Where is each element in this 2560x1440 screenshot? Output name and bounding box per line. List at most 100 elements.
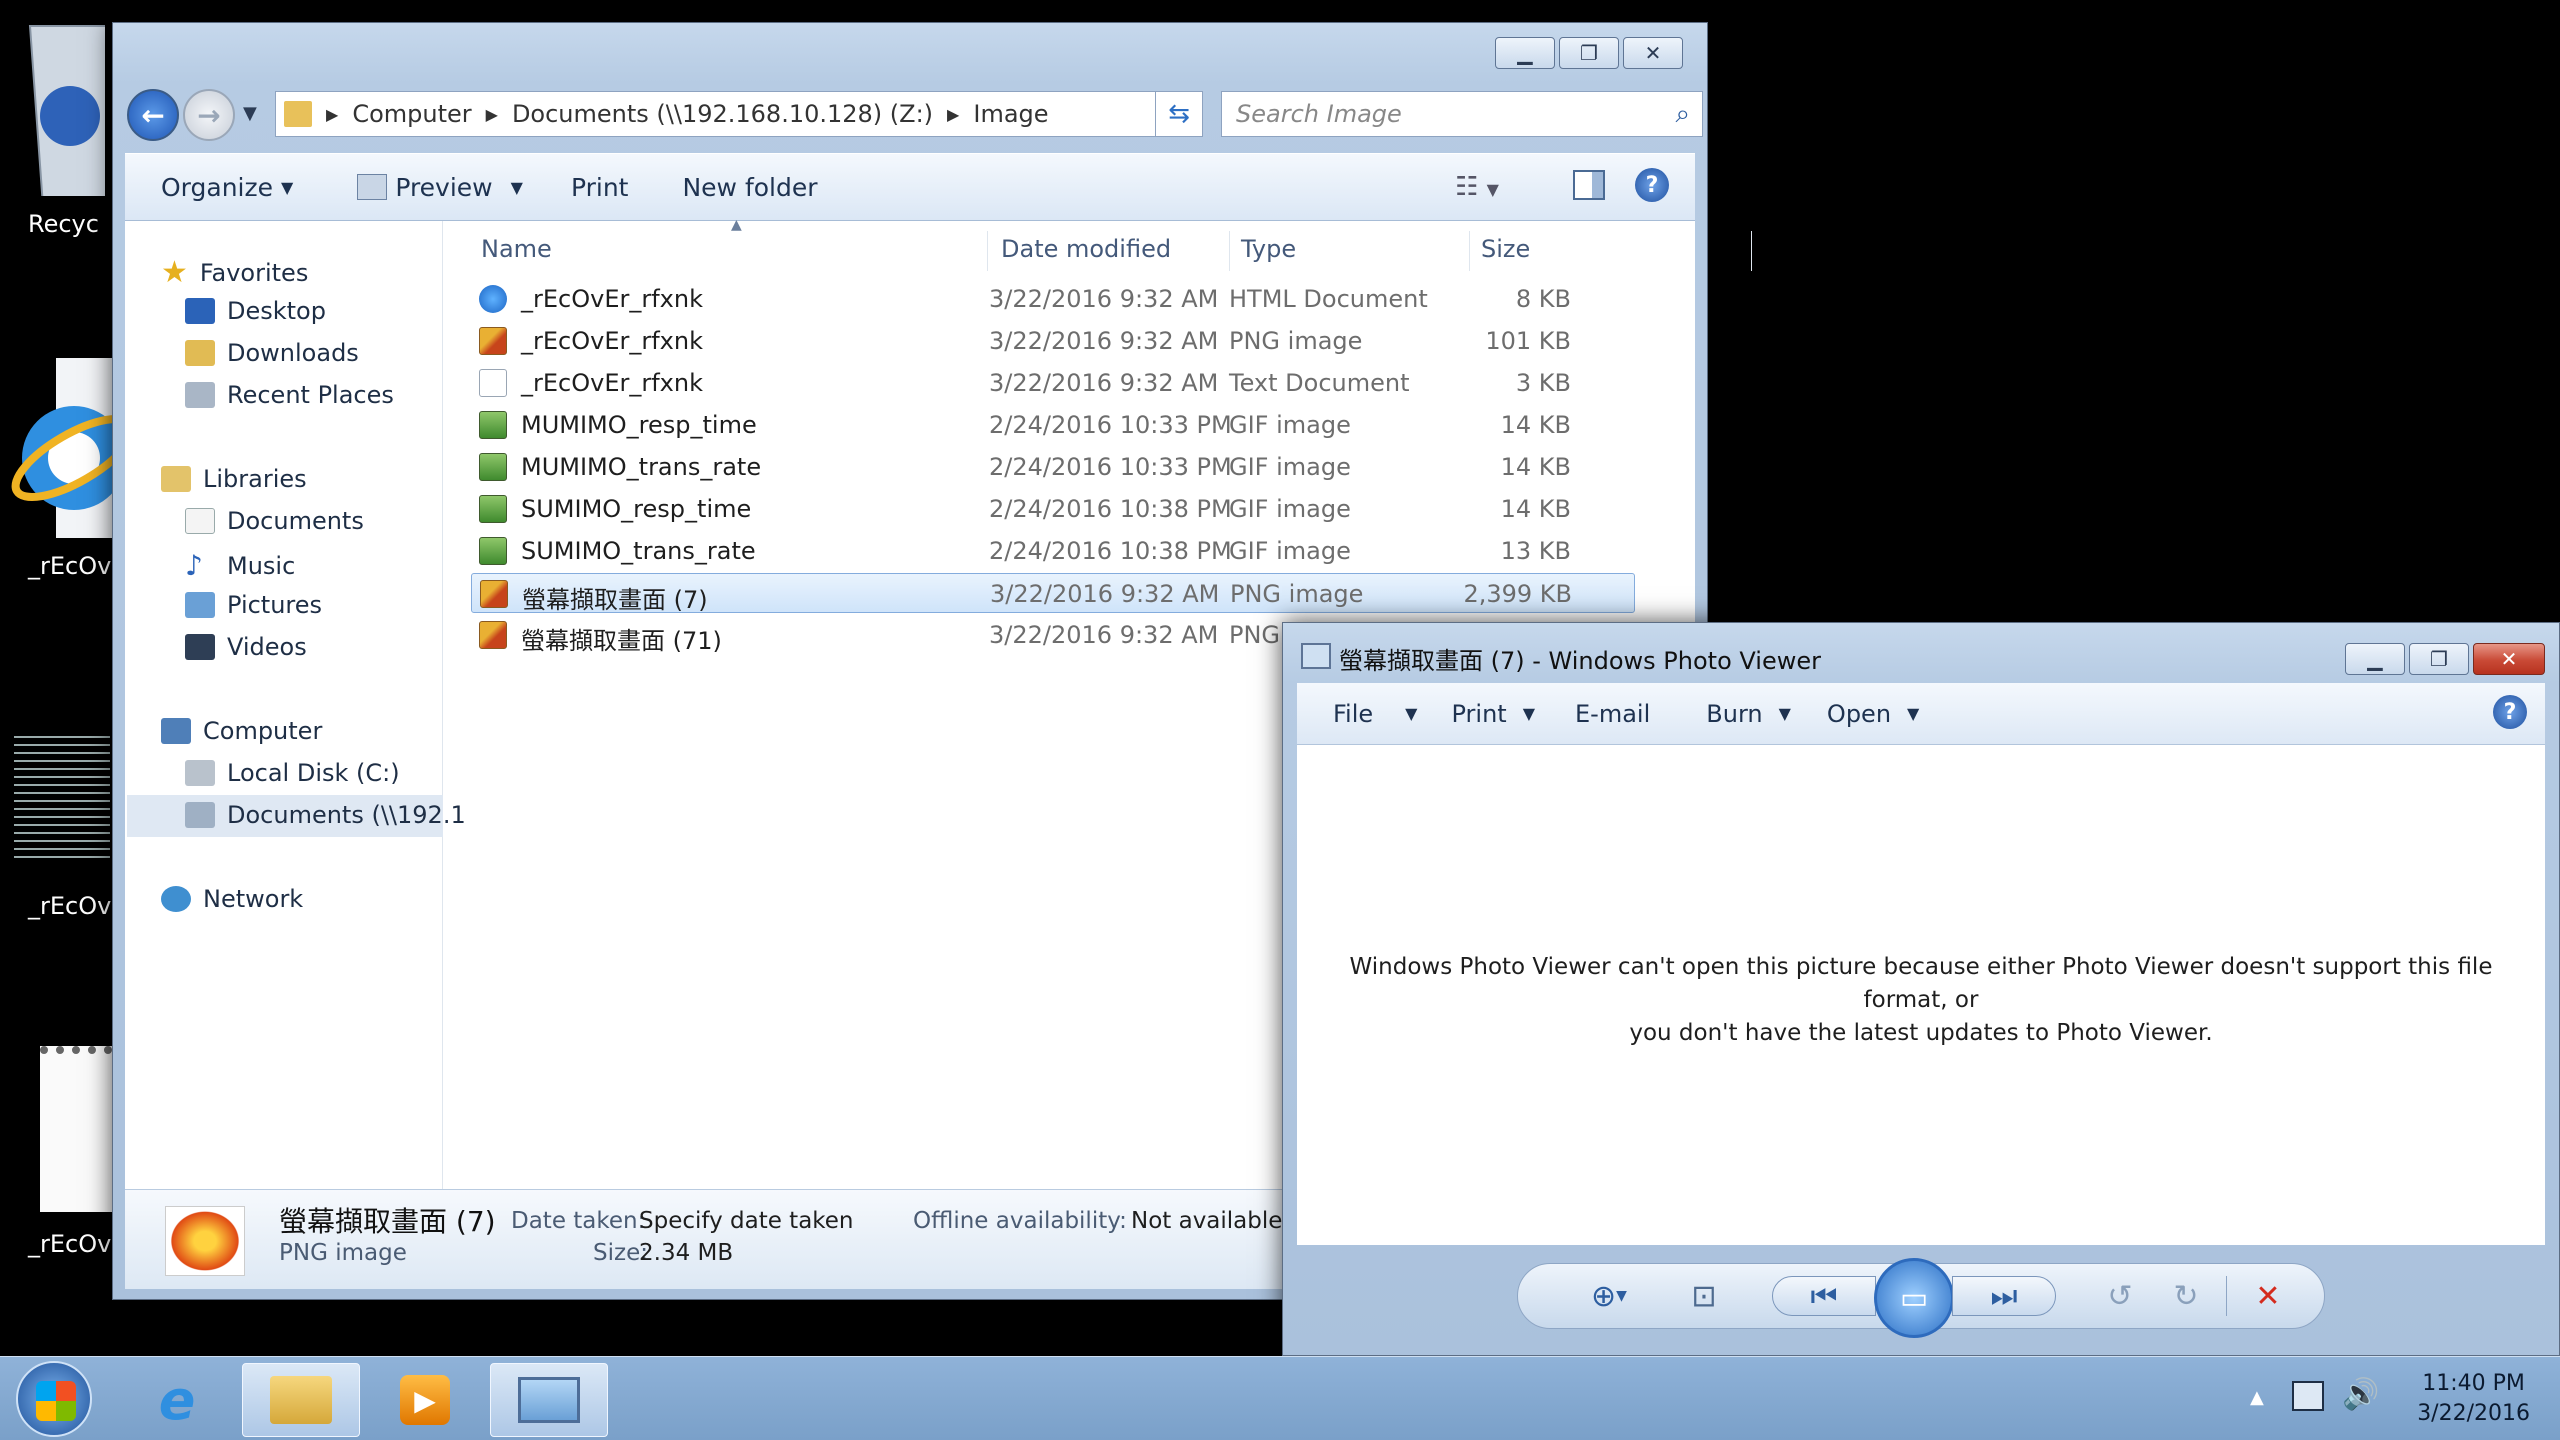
search-input[interactable]: Search Image ⌕ bbox=[1221, 91, 1703, 137]
close-button[interactable]: ✕ bbox=[2473, 643, 2545, 675]
nav-documents[interactable]: Documents bbox=[185, 507, 364, 535]
breadcrumb-arrow-icon: ▶ bbox=[947, 104, 960, 124]
nav-desktop[interactable]: Desktop bbox=[185, 297, 326, 325]
print-button[interactable]: Print bbox=[571, 173, 629, 202]
column-divider[interactable] bbox=[987, 231, 988, 271]
nav-label: Downloads bbox=[227, 339, 359, 367]
help-icon: ? bbox=[2503, 699, 2517, 725]
rotate-counterclockwise-button[interactable]: ↺ bbox=[2098, 1276, 2142, 1316]
maximize-button[interactable]: ❐ bbox=[2409, 643, 2469, 675]
nav-downloads[interactable]: Downloads bbox=[185, 339, 359, 367]
view-options-button[interactable]: ☷ ▼ bbox=[1455, 172, 1499, 202]
taskbar-media-player[interactable]: ▶ bbox=[366, 1363, 484, 1437]
taskbar-photo-viewer[interactable] bbox=[490, 1363, 608, 1437]
minimize-button[interactable]: ▁ bbox=[1495, 37, 1555, 69]
recent-pages-dropdown[interactable]: ▼ bbox=[243, 103, 257, 124]
search-icon[interactable]: ⌕ bbox=[1675, 99, 1690, 130]
chevron-down-icon: ▼ bbox=[1522, 704, 1536, 723]
star-icon: ★ bbox=[161, 255, 188, 290]
file-size: 8 KB bbox=[1515, 285, 1571, 313]
nav-libraries[interactable]: Libraries bbox=[161, 465, 307, 493]
nav-recent-places[interactable]: Recent Places bbox=[185, 381, 394, 409]
menu-print[interactable]: Print ▼ bbox=[1451, 700, 1535, 728]
refresh-button[interactable]: ⇆ bbox=[1155, 91, 1203, 137]
nav-local-disk[interactable]: Local Disk (C:) bbox=[185, 759, 400, 787]
column-divider[interactable] bbox=[1229, 231, 1230, 271]
new-folder-label: New folder bbox=[682, 172, 818, 202]
file-name: MUMIMO_trans_rate bbox=[521, 453, 762, 481]
actual-size-button[interactable]: ⊡ bbox=[1682, 1276, 1726, 1316]
next-button[interactable]: ⏭ bbox=[1952, 1276, 2056, 1316]
previous-button[interactable]: ⏮ bbox=[1772, 1276, 1876, 1316]
file-row[interactable]: SUMIMO_resp_time 2/24/2016 10:38 PM GIF im… bbox=[471, 489, 1635, 529]
nav-network-documents[interactable]: Documents (\\192.1 bbox=[185, 801, 466, 829]
taskbar-internet-explorer[interactable]: e bbox=[118, 1363, 236, 1437]
file-row[interactable]: SUMIMO_trans_rate 2/24/2016 10:38 PM GIF i… bbox=[471, 531, 1635, 571]
restore-icon: ❐ bbox=[2430, 647, 2448, 671]
back-button[interactable]: ← bbox=[127, 89, 179, 141]
organize-button[interactable]: Organize ▼ bbox=[161, 173, 293, 202]
new-folder-button[interactable]: New folder bbox=[682, 173, 817, 202]
file-date-modified: 3/22/2016 9:32 AM bbox=[989, 369, 1219, 397]
internet-explorer-desktop-icon[interactable] bbox=[0, 358, 137, 542]
taskbar-windows-explorer[interactable] bbox=[242, 1363, 360, 1437]
help-button[interactable]: ? bbox=[2493, 695, 2527, 729]
file-name: 螢幕擷取畫面 (7) bbox=[522, 586, 708, 614]
column-type[interactable]: Type bbox=[1241, 235, 1296, 263]
menu-burn[interactable]: Burn ▼ bbox=[1706, 700, 1791, 728]
delete-button[interactable]: ✕ bbox=[2244, 1276, 2292, 1316]
start-button[interactable] bbox=[16, 1361, 92, 1437]
taskbar: e ▶ ▲ 🔊 11:40 PM 3/22/2016 bbox=[0, 1356, 2560, 1440]
forward-button[interactable]: → bbox=[183, 89, 235, 141]
column-divider[interactable] bbox=[1469, 231, 1470, 271]
show-hidden-icons-button[interactable]: ▲ bbox=[2250, 1387, 2264, 1408]
previous-icon: ⏮ bbox=[1810, 1278, 1838, 1314]
chevron-down-icon: ▼ bbox=[1405, 704, 1418, 723]
address-bar[interactable]: ▶ Computer ▶ Documents (\\192.168.10.128… bbox=[275, 91, 1203, 137]
file-type: PNG bbox=[1229, 621, 1281, 649]
zoom-button[interactable]: ⊕ ▼ bbox=[1574, 1276, 1644, 1316]
nav-network[interactable]: Network bbox=[161, 885, 303, 913]
column-name[interactable]: Name bbox=[481, 235, 552, 263]
file-row[interactable]: MUMIMO_trans_rate 2/24/2016 10:33 PM GIF i… bbox=[471, 447, 1635, 487]
menu-email[interactable]: E-mail bbox=[1575, 700, 1650, 728]
file-row[interactable]: _rEcOvEr_rfxnk 3/22/2016 9:32 AM Text Docu… bbox=[471, 363, 1635, 403]
file-date-modified: 3/22/2016 9:32 AM bbox=[989, 285, 1219, 313]
file-row[interactable]: 螢幕擷取畫面 (7) 3/22/2016 9:32 AM PNG image 2,39… bbox=[471, 573, 1635, 614]
file-row[interactable]: _rEcOvEr_rfxnk 3/22/2016 9:32 AM HTML Docu… bbox=[471, 279, 1635, 319]
nav-label: Network bbox=[203, 885, 304, 913]
file-row[interactable]: MUMIMO_resp_time 2/24/2016 10:33 PM GIF im… bbox=[471, 405, 1635, 445]
preview-pane-button[interactable] bbox=[1573, 170, 1605, 200]
column-size[interactable]: Size bbox=[1481, 235, 1530, 263]
desktop-icon-label[interactable]: Recyc bbox=[28, 210, 99, 238]
date-taken-value[interactable]: Specify date taken bbox=[639, 1208, 854, 1234]
nav-pictures[interactable]: Pictures bbox=[185, 591, 322, 619]
menu-open[interactable]: Open ▼ bbox=[1827, 700, 1919, 728]
column-date-modified[interactable]: Date modified bbox=[1001, 235, 1171, 263]
menu-file[interactable]: File ▼ bbox=[1333, 700, 1417, 728]
maximize-button[interactable]: ❐ bbox=[1559, 37, 1619, 69]
column-divider[interactable] bbox=[1751, 231, 1752, 271]
nav-videos[interactable]: Videos bbox=[185, 633, 307, 661]
taskbar-clock[interactable]: 11:40 PM 3/22/2016 bbox=[2417, 1369, 2530, 1429]
network-status-icon[interactable] bbox=[2292, 1381, 2324, 1411]
close-button[interactable]: ✕ bbox=[1623, 37, 1683, 69]
nav-favorites[interactable]: ★ Favorites bbox=[161, 255, 308, 290]
breadcrumb-documents[interactable]: Documents (\\192.168.10.128) (Z:) bbox=[512, 100, 933, 128]
chevron-down-icon: ▼ bbox=[1486, 180, 1499, 199]
volume-icon[interactable]: 🔊 bbox=[2342, 1377, 2379, 1412]
rotate-clockwise-button[interactable]: ↻ bbox=[2164, 1276, 2208, 1316]
recycle-bin-icon[interactable] bbox=[0, 16, 120, 207]
nav-computer[interactable]: Computer bbox=[161, 717, 322, 745]
preview-button[interactable]: Preview ▼ bbox=[357, 173, 523, 202]
fit-window-icon: ⊡ bbox=[1691, 1278, 1717, 1314]
file-row[interactable]: _rEcOvEr_rfxnk 3/22/2016 9:32 AM PNG image… bbox=[471, 321, 1635, 361]
nav-music[interactable]: ♪ Music bbox=[185, 549, 295, 582]
photo-viewer-caption-buttons: ▁ ❐ ✕ bbox=[2345, 643, 2545, 675]
minimize-button[interactable]: ▁ bbox=[2345, 643, 2405, 675]
navigation-pane: ★ Favorites Desktop Downloads Recent Plac… bbox=[125, 221, 466, 1189]
breadcrumb-image[interactable]: Image bbox=[973, 100, 1048, 128]
help-button[interactable]: ? bbox=[1635, 168, 1669, 202]
breadcrumb-computer[interactable]: Computer bbox=[352, 100, 471, 128]
slideshow-button[interactable]: ▭ bbox=[1874, 1258, 1954, 1338]
